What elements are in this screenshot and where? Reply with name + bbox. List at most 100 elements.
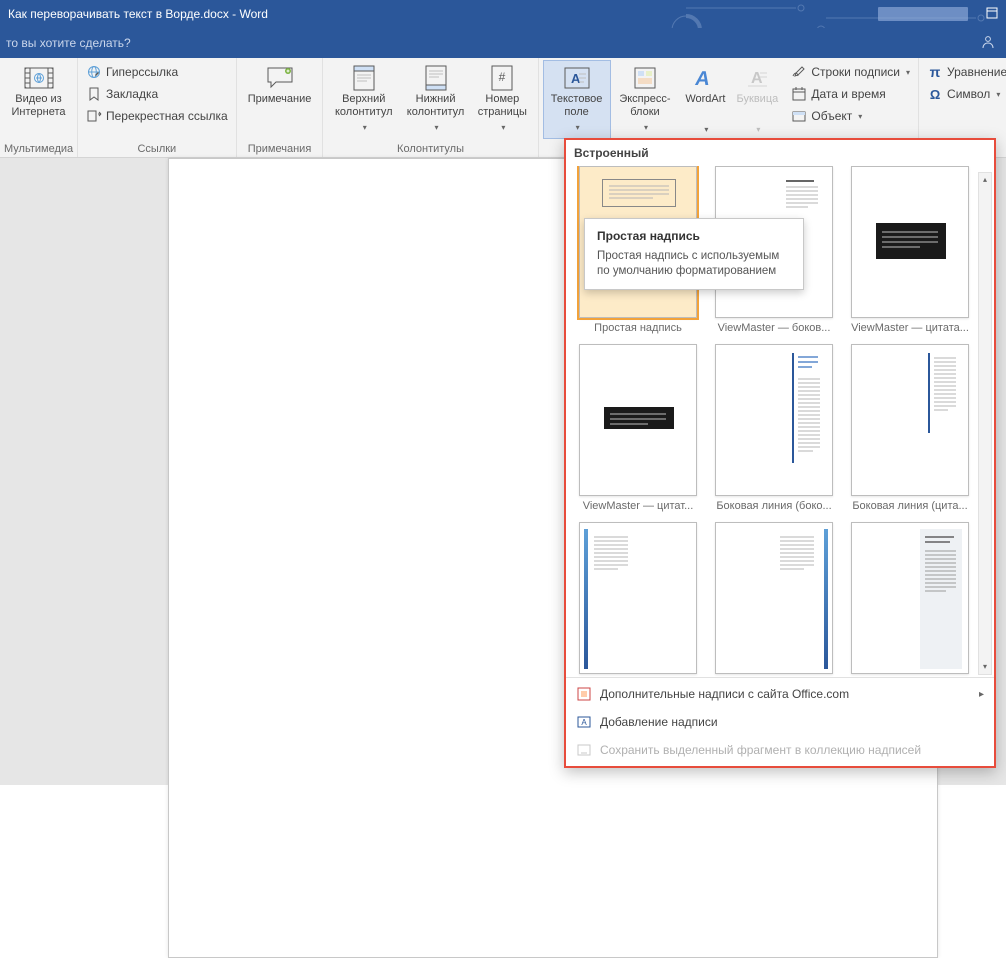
omega-icon: Ω: [927, 86, 943, 102]
gallery-item[interactable]: Боковая панель "Асп...: [574, 522, 702, 677]
wordart-label: WordArt: [685, 93, 725, 106]
equation-label: Уравнение: [947, 65, 1006, 79]
pagenum-icon: #: [486, 65, 518, 91]
chevron-down-icon: ▾: [501, 121, 505, 134]
tooltip-title: Простая надпись: [597, 229, 791, 243]
gallery-item-label: Боковая линия (цита...: [846, 500, 974, 512]
gallery-footer: Дополнительные надписи с сайта Office.co…: [566, 677, 994, 766]
gallery-item-label: ViewMaster — цитат...: [574, 500, 702, 512]
crossref-label: Перекрестная ссылка: [106, 109, 228, 123]
footer-icon: [420, 65, 452, 91]
hyperlink-label: Гиперссылка: [106, 65, 178, 79]
bookmark-label: Закладка: [106, 87, 158, 101]
ribbon-options-icon[interactable]: [986, 7, 998, 22]
comment-button[interactable]: Примечание: [241, 60, 319, 111]
bookmark-button[interactable]: Закладка: [82, 84, 232, 104]
gallery-item[interactable]: Боковая линия (боко...: [710, 344, 838, 512]
pagenum-label: Номер страницы: [478, 93, 527, 119]
object-icon: [791, 108, 807, 124]
tell-me-bar[interactable]: то вы хотите сделать?: [0, 28, 1006, 58]
wordart-button[interactable]: A WordArt ▾: [679, 60, 731, 141]
symbol-label: Символ: [947, 87, 990, 101]
quickparts-button[interactable]: Экспресс-блоки ▾: [611, 60, 680, 139]
header-button[interactable]: Верхний колонтитул ▾: [327, 60, 400, 139]
group-label-headerfooter: Колонтитулы: [327, 141, 533, 157]
scroll-up-icon[interactable]: ▴: [979, 173, 991, 187]
film-icon: [23, 65, 55, 91]
wordart-icon: A: [689, 65, 721, 91]
chevron-down-icon: ▾: [704, 123, 708, 136]
footer-button[interactable]: Нижний колонтитул ▾: [400, 60, 471, 139]
gallery-item[interactable]: ViewMaster — цитат...: [574, 344, 702, 512]
gallery-item-label: ViewMaster — боков...: [710, 322, 838, 334]
gallery-item-label: Боковая линия (боко...: [710, 500, 838, 512]
object-label: Объект: [811, 109, 852, 123]
gallery-item-label: ViewMaster — цитата...: [846, 322, 974, 334]
chevron-right-icon: ▸: [979, 689, 984, 700]
chevron-down-icon: ▾: [906, 68, 910, 77]
account-placeholder: [878, 7, 968, 21]
comment-label: Примечание: [248, 93, 312, 106]
signature-icon: [791, 64, 807, 80]
draw-label: Добавление надписи: [600, 715, 718, 729]
dropcap-label: Буквица: [737, 93, 779, 106]
dropcap-icon: A: [741, 65, 773, 91]
quickparts-label: Экспресс-блоки: [618, 93, 673, 119]
hyperlink-button[interactable]: Гиперссылка: [82, 62, 232, 82]
gallery-scrollbar[interactable]: ▴ ▾: [978, 172, 992, 675]
equation-button[interactable]: π Уравнение: [923, 62, 1006, 82]
gallery-item[interactable]: Боковая панель "Асп...: [710, 522, 838, 677]
pi-icon: π: [927, 64, 943, 80]
gallery-item[interactable]: Боковая панель "Се...: [846, 522, 974, 677]
textbox-label: Текстовое поле: [550, 93, 604, 119]
draw-textbox-button[interactable]: A Добавление надписи: [566, 708, 994, 736]
tooltip-body: Простая надпись с используемым по умолча…: [597, 249, 791, 279]
scroll-down-icon[interactable]: ▾: [979, 660, 991, 674]
chevron-down-icon: ▾: [756, 123, 760, 136]
chevron-down-icon: ▾: [644, 121, 648, 134]
object-button[interactable]: Объект ▾: [787, 106, 914, 126]
save-selection-label: Сохранить выделенный фрагмент в коллекци…: [600, 743, 921, 757]
group-label-comments: Примечания: [241, 141, 319, 157]
bookmark-icon: [86, 86, 102, 102]
crossref-button[interactable]: Перекрестная ссылка: [82, 106, 232, 126]
document-title: Как переворачивать текст в Ворде.docx - …: [8, 7, 268, 21]
textbox-icon: A: [561, 65, 593, 91]
gallery-item[interactable]: Боковая линия (цита...: [846, 344, 974, 512]
textbox-button[interactable]: A Текстовое поле ▾: [543, 60, 611, 139]
draw-textbox-icon: A: [576, 714, 592, 730]
more-label: Дополнительные надписи с сайта Office.co…: [600, 687, 849, 701]
svg-text:A: A: [694, 68, 713, 90]
gallery-item[interactable]: ViewMaster — цитата...: [846, 166, 974, 334]
tooltip: Простая надпись Простая надпись с исполь…: [584, 218, 804, 290]
online-video-button[interactable]: Видео из Интернета: [4, 60, 73, 124]
quickparts-icon: [629, 65, 661, 91]
svg-text:A: A: [581, 718, 587, 727]
title-bar: Как переворачивать текст в Ворде.docx - …: [0, 0, 1006, 28]
datetime-button[interactable]: Дата и время: [787, 84, 914, 104]
group-label-multimedia: Мультимедиа: [4, 141, 73, 157]
footer-label: Нижний колонтитул: [407, 93, 465, 119]
chevron-down-icon: ▾: [435, 121, 439, 134]
chevron-down-icon: ▾: [576, 121, 580, 134]
group-label-links: Ссылки: [82, 141, 232, 157]
hyperlink-icon: [86, 64, 102, 80]
gallery-item-label: Простая надпись: [574, 322, 702, 334]
more-from-office-button[interactable]: Дополнительные надписи с сайта Office.co…: [566, 680, 994, 708]
signature-line-button[interactable]: Строки подписи ▾: [787, 62, 914, 82]
share-icon[interactable]: [980, 34, 996, 53]
office-icon: [576, 686, 592, 702]
datetime-label: Дата и время: [811, 87, 885, 101]
sigline-label: Строки подписи: [811, 65, 900, 79]
chevron-down-icon: ▾: [363, 121, 367, 134]
comment-icon: [264, 65, 296, 91]
gallery-header: Встроенный: [566, 140, 994, 166]
chevron-down-icon: ▾: [996, 90, 1000, 99]
page-number-button[interactable]: # Номер страницы ▾: [471, 60, 534, 139]
save-selection-icon: [576, 742, 592, 758]
symbol-button[interactable]: Ω Символ ▾: [923, 84, 1006, 104]
svg-text:#: #: [499, 70, 506, 84]
chevron-down-icon: ▾: [858, 112, 862, 121]
crossref-icon: [86, 108, 102, 124]
header-label: Верхний колонтитул: [334, 93, 393, 119]
